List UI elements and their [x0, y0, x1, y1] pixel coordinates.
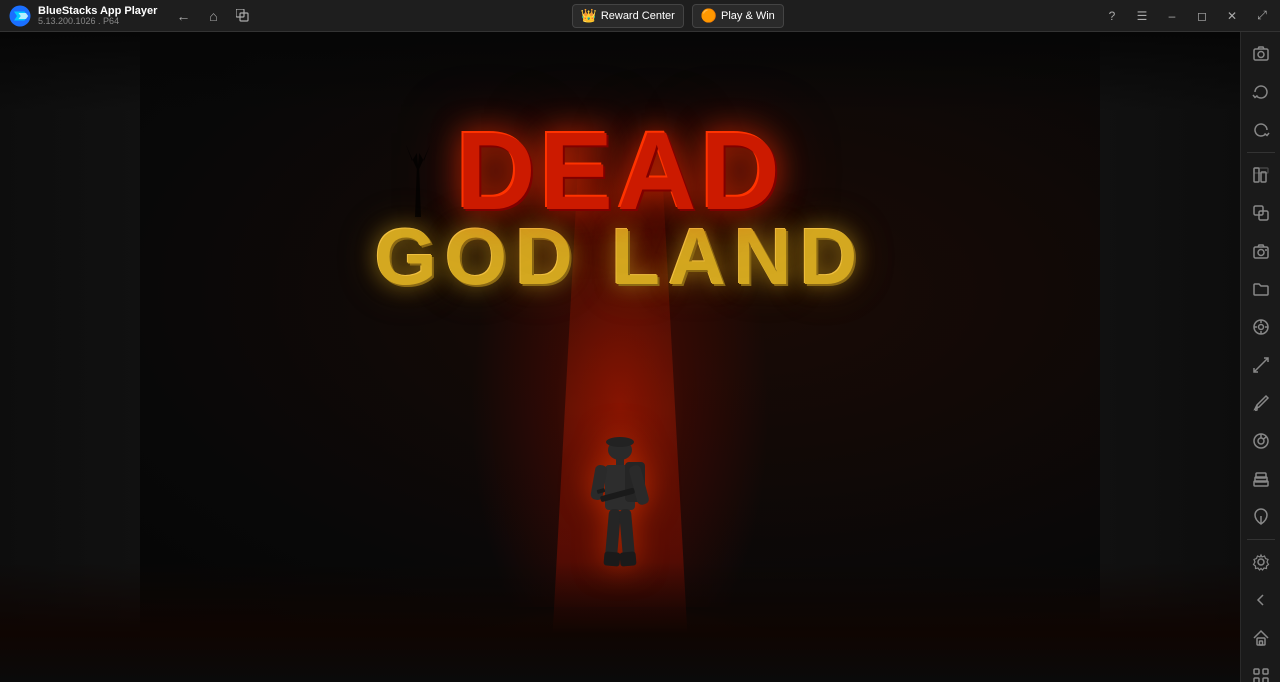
- sidebar-apps-icon[interactable]: [1243, 658, 1279, 682]
- close-button[interactable]: ✕: [1218, 2, 1246, 30]
- app-title: BlueStacks App Player: [38, 5, 157, 17]
- sidebar-home-icon[interactable]: [1243, 620, 1279, 656]
- restore-button[interactable]: ◻: [1188, 2, 1216, 30]
- controls-icon[interactable]: [1243, 309, 1279, 345]
- app-version: 5.13.200.1026 . P64: [38, 17, 157, 27]
- soldier-silhouette: [575, 432, 665, 602]
- titlebar: BlueStacks App Player 5.13.200.1026 . P6…: [0, 0, 1280, 32]
- stack-icon[interactable]: [1243, 461, 1279, 497]
- eco-icon[interactable]: [1243, 499, 1279, 535]
- titlebar-nav: ← ⌂: [157, 2, 257, 30]
- macro-icon[interactable]: [1243, 423, 1279, 459]
- app-title-block: BlueStacks App Player 5.13.200.1026 . P6…: [38, 5, 157, 27]
- play-win-button[interactable]: 🟠 Play & Win: [692, 4, 784, 28]
- sidebar-divider-2: [1247, 539, 1275, 540]
- dead-text: DEAD: [370, 122, 870, 221]
- sidebar-divider-1: [1247, 152, 1275, 153]
- performance-icon[interactable]: [1243, 157, 1279, 193]
- back-button[interactable]: ←: [169, 2, 197, 30]
- reward-center-label: Reward Center: [601, 10, 675, 22]
- multiinstance-button[interactable]: [229, 2, 257, 30]
- wall-top: [0, 32, 1240, 112]
- settings-icon[interactable]: [1243, 544, 1279, 580]
- bluestacks-logo: [8, 4, 32, 28]
- brush-icon[interactable]: [1243, 385, 1279, 421]
- titlebar-center: 👑 Reward Center 🟠 Play & Win: [257, 4, 1098, 28]
- play-win-icon: 🟠: [701, 8, 717, 24]
- reward-icon: 👑: [581, 8, 597, 24]
- play-win-label: Play & Win: [721, 10, 775, 22]
- titlebar-right: ? ☰ – ◻ ✕ ⤢: [1098, 2, 1280, 30]
- rotate-icon[interactable]: [1243, 74, 1279, 110]
- menu-button[interactable]: ☰: [1128, 2, 1156, 30]
- reward-center-button[interactable]: 👑 Reward Center: [572, 4, 684, 28]
- titlebar-left: BlueStacks App Player 5.13.200.1026 . P6…: [0, 4, 157, 28]
- resize-icon[interactable]: [1243, 347, 1279, 383]
- right-sidebar: [1240, 32, 1280, 682]
- sidebar-back-icon[interactable]: [1243, 582, 1279, 618]
- help-button[interactable]: ?: [1098, 2, 1126, 30]
- folder-icon[interactable]: [1243, 271, 1279, 307]
- screenshot-icon[interactable]: [1243, 36, 1279, 72]
- home-button[interactable]: ⌂: [199, 2, 227, 30]
- fullscreen-button[interactable]: ⤢: [1248, 2, 1276, 30]
- game-title: DEAD GOD LAND: [370, 122, 870, 303]
- multiinstance-side-icon[interactable]: [1243, 195, 1279, 231]
- game-viewport[interactable]: DEAD GOD LAND: [0, 32, 1240, 682]
- game-scene: DEAD GOD LAND: [0, 32, 1240, 682]
- minimize-button[interactable]: –: [1158, 2, 1186, 30]
- rotate-cw-icon[interactable]: [1243, 112, 1279, 148]
- main-area: DEAD GOD LAND: [0, 32, 1280, 682]
- camera-icon[interactable]: [1243, 233, 1279, 269]
